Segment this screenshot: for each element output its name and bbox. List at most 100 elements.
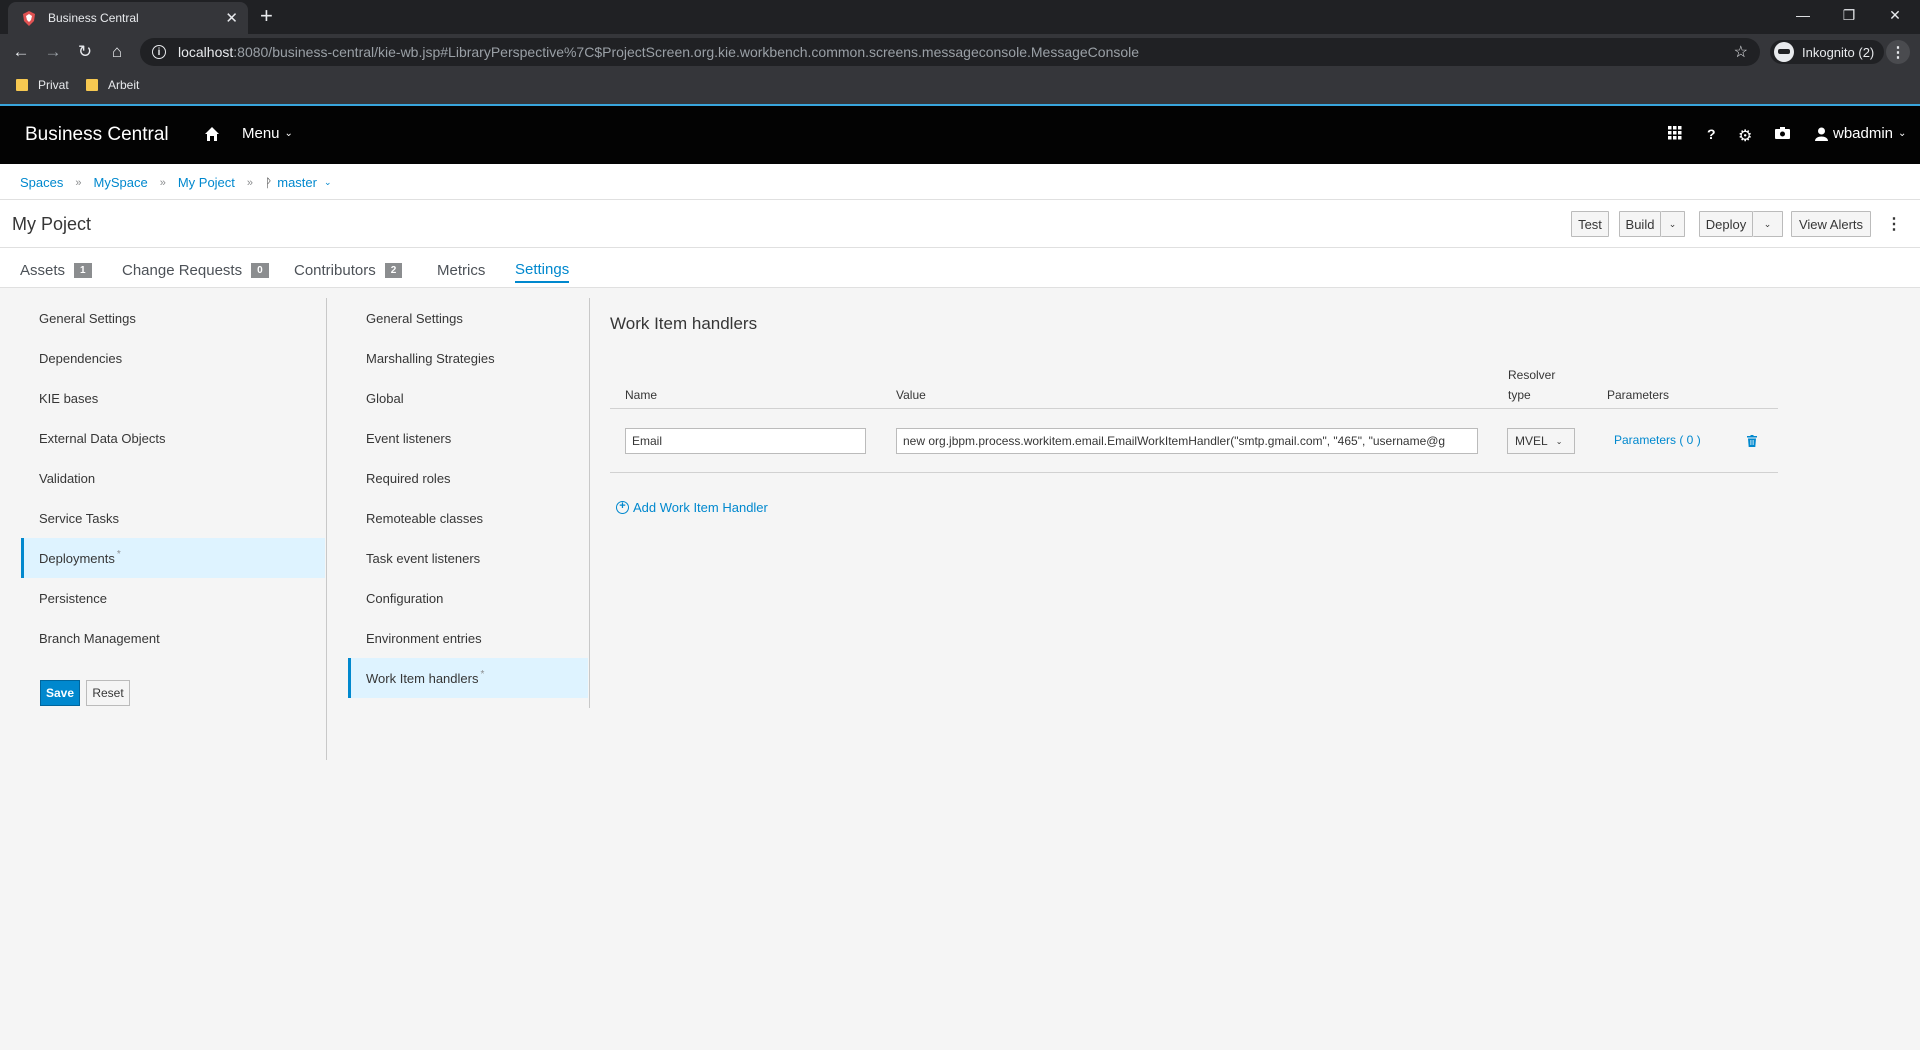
trash-icon[interactable] [1747, 435, 1757, 447]
handler-value-input[interactable]: new org.jbpm.process.workitem.email.Emai… [896, 428, 1478, 454]
deploy-dropdown-toggle[interactable]: ⌄ [1753, 211, 1783, 237]
close-tab-icon[interactable]: ✕ [225, 9, 238, 27]
breadcrumb-project[interactable]: My Poject [178, 175, 235, 190]
back-icon[interactable]: ← [10, 41, 32, 63]
help-icon[interactable]: ? [1707, 126, 1716, 142]
tab-label: Contributors [294, 261, 376, 279]
tab-change-requests[interactable]: Change Requests 0 [122, 257, 269, 283]
breadcrumb: Spaces » MySpace » My Poject » ᚹ master … [20, 175, 332, 190]
breadcrumb-spaces[interactable]: Spaces [20, 175, 63, 190]
panel-divider [589, 298, 590, 708]
nav-label: Dependencies [39, 350, 123, 366]
kebab-menu-icon[interactable]: ⋮ [1886, 214, 1902, 234]
nav-label: General Settings [366, 310, 463, 326]
settings-content: General Settings Dependencies KIE bases … [0, 288, 1920, 1050]
app-brand[interactable]: Business Central [25, 124, 169, 146]
row-divider [610, 472, 1778, 473]
nav-label: Deployments [39, 550, 115, 566]
parameters-link[interactable]: Parameters ( 0 ) [1614, 433, 1701, 447]
nav-label: Configuration [366, 590, 444, 606]
username: wbadmin [1833, 125, 1894, 142]
user-icon [1815, 127, 1828, 141]
settings-nav-dependencies[interactable]: Dependencies [21, 338, 325, 378]
deployments-nav-global[interactable]: Global [348, 378, 588, 418]
user-menu[interactable]: wbadmin ⌄ [1815, 125, 1906, 142]
settings-nav-persistence[interactable]: Persistence [21, 578, 325, 618]
folder-icon [86, 79, 98, 91]
deployments-nav-configuration[interactable]: Configuration [348, 578, 588, 618]
tab-assets[interactable]: Assets 1 [20, 257, 92, 283]
deployments-nav-environment-entries[interactable]: Environment entries [348, 618, 588, 658]
handler-name-input[interactable]: Email [625, 428, 866, 454]
deployments-nav-remoteable-classes[interactable]: Remoteable classes [348, 498, 588, 538]
deployments-nav-general[interactable]: General Settings [348, 298, 588, 338]
deployments-nav-event-listeners[interactable]: Event listeners [348, 418, 588, 458]
count-badge: 0 [251, 262, 269, 278]
nav-label: Validation [39, 470, 96, 486]
minimize-icon[interactable]: — [1780, 0, 1826, 30]
view-alerts-button[interactable]: View Alerts [1791, 211, 1871, 237]
site-info-icon[interactable]: i [152, 45, 166, 59]
chevron-down-icon: ⌄ [284, 128, 293, 139]
apps-grid-icon[interactable] [1668, 126, 1682, 140]
test-button[interactable]: Test [1571, 211, 1609, 237]
bookmark-folder[interactable]: Privat [16, 78, 69, 92]
build-button[interactable]: Build [1619, 211, 1661, 237]
settings-nav-external-data-objects[interactable]: External Data Objects [21, 418, 325, 458]
nav-label: Service Tasks [39, 510, 119, 526]
breadcrumb-separator: » [75, 176, 82, 189]
address-bar[interactable]: i localhost:8080/business-central/kie-wb… [140, 38, 1760, 66]
settings-nav-branch-management[interactable]: Branch Management [21, 618, 325, 658]
settings-nav-deployments[interactable]: Deployments * [21, 538, 325, 578]
deployments-nav-work-item-handlers[interactable]: Work Item handlers * [348, 658, 588, 698]
reload-icon[interactable]: ↻ [74, 41, 96, 63]
breadcrumb-separator: » [246, 176, 254, 189]
settings-nav-general[interactable]: General Settings [21, 298, 325, 338]
deployments-nav-marshalling[interactable]: Marshalling Strategies [348, 338, 588, 378]
settings-gear-icon[interactable]: ⚙ [1738, 126, 1752, 146]
add-work-item-handler-link[interactable]: + Add Work Item Handler [616, 500, 768, 515]
new-tab-icon[interactable]: + [260, 5, 273, 27]
restore-icon[interactable]: ❐ [1826, 0, 1872, 30]
forward-icon[interactable]: → [42, 41, 64, 63]
add-work-item-handler-label: Add Work Item Handler [633, 500, 768, 515]
chevron-down-icon: ⌄ [1555, 436, 1563, 446]
nav-label: Task event listeners [366, 550, 481, 566]
column-header-resolver-line2: type [1508, 388, 1531, 402]
bookmark-folder[interactable]: Arbeit [86, 78, 139, 92]
main-menu[interactable]: Menu ⌄ [242, 125, 293, 142]
browser-toolbar: ← → ↻ ⌂ i localhost:8080/business-centra… [0, 34, 1920, 70]
settings-nav-kie-bases[interactable]: KIE bases [21, 378, 325, 418]
app-header: Business Central Menu ⌄ ? ⚙ wbadmin ⌄ [0, 106, 1920, 164]
count-badge: 1 [74, 262, 92, 278]
build-dropdown-toggle[interactable]: ⌄ [1661, 211, 1685, 237]
settings-nav-validation[interactable]: Validation [21, 458, 325, 498]
deployments-nav-task-event-listeners[interactable]: Task event listeners [348, 538, 588, 578]
branch-selector[interactable]: ᚹ master ⌄ [265, 175, 331, 190]
tab-contributors[interactable]: Contributors 2 [294, 257, 403, 283]
breadcrumb-space[interactable]: MySpace [94, 175, 148, 190]
deployments-nav-required-roles[interactable]: Required roles [348, 458, 588, 498]
camera-icon[interactable] [1775, 126, 1790, 139]
resolver-type-select[interactable]: MVEL ⌄ [1507, 428, 1575, 454]
bookmark-star-icon[interactable]: ☆ [1734, 42, 1748, 62]
browser-tab[interactable]: Business Central ✕ [8, 2, 248, 34]
reset-button[interactable]: Reset [86, 680, 130, 706]
add-circle-icon: + [616, 501, 629, 514]
tab-settings[interactable]: Settings [515, 257, 570, 283]
chevron-down-icon: ⌄ [323, 177, 332, 187]
browser-menu-icon[interactable]: ⋮ [1886, 40, 1910, 64]
tab-metrics[interactable]: Metrics [437, 257, 485, 283]
home-icon[interactable] [204, 126, 220, 142]
incognito-label: Inkognito (2) [1802, 44, 1875, 60]
settings-nav-service-tasks[interactable]: Service Tasks [21, 498, 325, 538]
home-page-icon[interactable]: ⌂ [106, 41, 128, 63]
deploy-button[interactable]: Deploy [1699, 211, 1753, 237]
nav-label: General Settings [39, 310, 136, 326]
modified-marker: * [116, 548, 121, 560]
save-button[interactable]: Save [40, 680, 80, 706]
incognito-indicator[interactable]: Inkognito (2) [1770, 40, 1885, 64]
branch-icon: ᚹ [265, 175, 273, 190]
url-path: :8080/business-central/kie-wb.jsp#Librar… [233, 44, 1140, 60]
close-window-icon[interactable]: ✕ [1872, 0, 1918, 30]
